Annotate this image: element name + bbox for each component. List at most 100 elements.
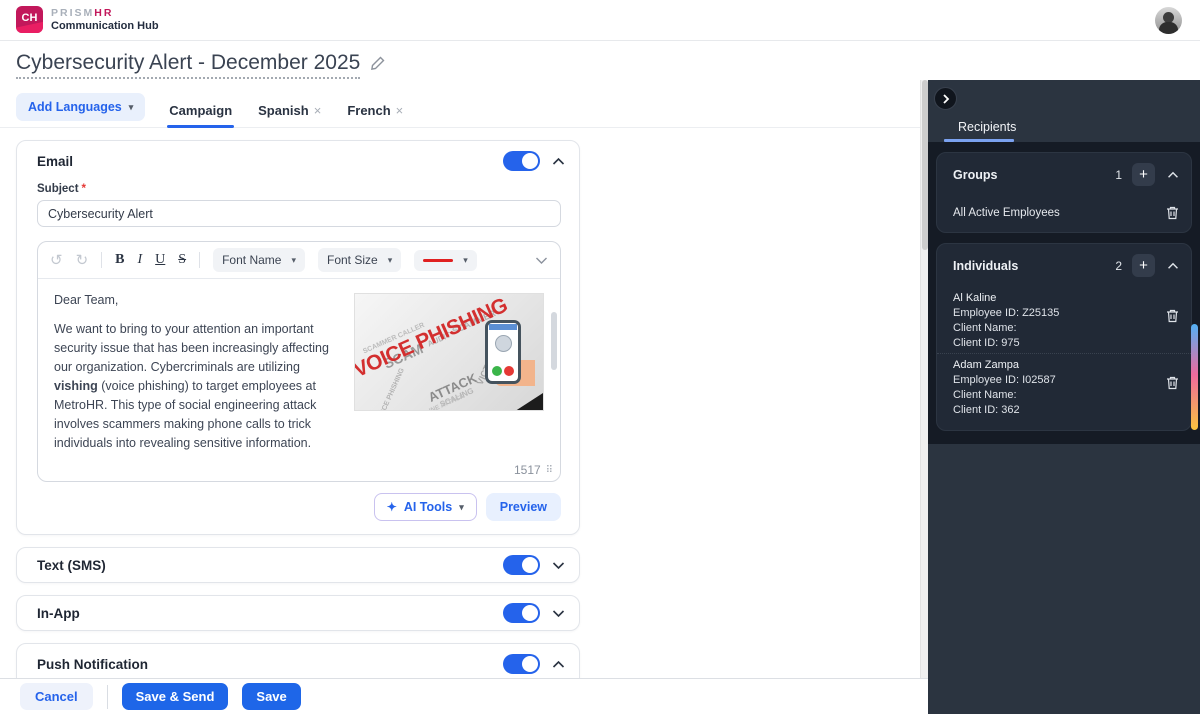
editor-scrollbar[interactable] — [551, 312, 557, 370]
text-color-dropdown[interactable]: ▾ — [414, 250, 477, 271]
brand[interactable]: CH PRISMHR Communication Hub — [16, 6, 159, 33]
delete-individual-icon[interactable] — [1166, 376, 1179, 390]
caret-down-icon: ▾ — [129, 102, 134, 113]
close-icon[interactable]: × — [396, 103, 404, 118]
individual-name: Al Kaline — [953, 291, 1166, 306]
caret-down-icon: ▾ — [291, 255, 296, 266]
page-title[interactable]: Cybersecurity Alert - December 2025 — [16, 51, 360, 79]
delete-individual-icon[interactable] — [1166, 309, 1179, 323]
groups-title: Groups — [953, 168, 1115, 182]
tab-recipients[interactable]: Recipients — [958, 120, 1016, 134]
groups-count: 1 — [1115, 168, 1122, 182]
push-card-title: Push Notification — [37, 657, 503, 672]
brand-subtitle: Communication Hub — [51, 20, 159, 32]
add-individual-button[interactable]: + — [1132, 254, 1155, 277]
group-name: All Active Employees — [953, 207, 1166, 219]
email-body-editor[interactable]: SCAMMER CALLER SCAMMER AUDIT SCAM VOICE … — [38, 279, 560, 463]
resize-grip-icon[interactable]: ⠿ — [546, 465, 552, 476]
user-avatar[interactable] — [1155, 7, 1182, 34]
expand-sidebar-button[interactable] — [934, 87, 957, 110]
font-name-dropdown[interactable]: Font Name ▾ — [213, 248, 305, 272]
individual-employee-id: Employee ID: I02587 — [953, 373, 1166, 388]
page-title-row: Cybersecurity Alert - December 2025 — [16, 51, 920, 79]
email-card: Email Subject* ↺ ↻ B I U — [16, 140, 580, 535]
chevron-up-icon[interactable] — [1167, 262, 1179, 270]
brand-name: PRISMHR — [51, 7, 159, 19]
redo-icon[interactable]: ↻ — [76, 251, 89, 269]
toolbar-expand-chevron-icon[interactable] — [535, 256, 548, 265]
add-group-button[interactable]: + — [1132, 163, 1155, 186]
main-panel: Cybersecurity Alert - December 2025 Add … — [0, 41, 920, 714]
email-rich-text-editor: ↺ ↻ B I U S Font Name ▾ Font Size ▾ — [37, 241, 561, 482]
toolbar-divider — [101, 252, 102, 268]
chevron-up-icon[interactable] — [552, 660, 565, 669]
save-and-send-button[interactable]: Save & Send — [122, 683, 229, 710]
individuals-section: Individuals 2 + Al Kaline Employee ID: Z… — [936, 243, 1192, 431]
required-asterisk: * — [82, 183, 86, 195]
in-app-toggle[interactable] — [503, 603, 540, 623]
sms-toggle[interactable] — [503, 555, 540, 575]
individual-employee-id: Employee ID: Z25135 — [953, 306, 1166, 321]
character-count: 1517 — [514, 463, 541, 477]
delete-group-icon[interactable] — [1166, 206, 1179, 220]
individuals-count: 2 — [1115, 259, 1122, 273]
underline-button[interactable]: U — [155, 252, 165, 268]
cancel-button[interactable]: Cancel — [20, 683, 93, 710]
communication-hub-logo: CH — [16, 6, 43, 33]
in-app-card: In-App — [16, 595, 580, 631]
chevron-up-icon[interactable] — [552, 157, 565, 166]
footer-divider — [107, 685, 108, 709]
individual-client-name: Client Name: — [953, 321, 1166, 336]
tab-spanish[interactable]: Spanish × — [256, 95, 323, 127]
main-scrollbar[interactable] — [920, 80, 928, 678]
font-size-dropdown[interactable]: Font Size ▾ — [318, 248, 401, 272]
push-toggle[interactable] — [503, 654, 540, 674]
editor-toolbar: ↺ ↻ B I U S Font Name ▾ Font Size ▾ — [38, 242, 560, 279]
recipients-sidebar: Recipients Groups 1 + All Active Employe… — [928, 80, 1200, 714]
sms-card: Text (SMS) — [16, 547, 580, 583]
channel-cards: Email Subject* ↺ ↻ B I U — [0, 128, 920, 714]
italic-button[interactable]: I — [138, 252, 143, 268]
action-footer: Cancel Save & Send Save — [0, 678, 928, 714]
individual-client-name: Client Name: — [953, 388, 1166, 403]
in-app-card-title: In-App — [37, 606, 503, 621]
tab-campaign[interactable]: Campaign — [167, 95, 234, 127]
app-header: CH PRISMHR Communication Hub — [0, 0, 1200, 41]
groups-section: Groups 1 + All Active Employees — [936, 152, 1192, 233]
sms-card-title: Text (SMS) — [37, 558, 503, 573]
language-tabs: Add Languages ▾ Campaign Spanish × Frenc… — [0, 93, 920, 128]
individual-client-id: Client ID: 362 — [953, 403, 1166, 418]
individual-client-id: Client ID: 975 — [953, 336, 1166, 351]
individual-name: Adam Zampa — [953, 358, 1166, 373]
logo-text: CH — [22, 12, 38, 24]
email-card-title: Email — [37, 154, 503, 169]
toolbar-divider — [199, 252, 200, 268]
color-swatch — [423, 259, 453, 262]
sleeve-graphic — [500, 381, 544, 411]
caret-down-icon: ▾ — [459, 502, 464, 513]
email-subject-label: Subject* — [37, 183, 559, 195]
strikethrough-button[interactable]: S — [178, 252, 186, 268]
chevron-down-icon[interactable] — [552, 609, 565, 618]
individual-row: Adam Zampa Employee ID: I02587 Client Na… — [937, 353, 1191, 420]
close-icon[interactable]: × — [314, 103, 322, 118]
edit-title-icon[interactable] — [370, 55, 386, 76]
individual-row: Al Kaline Employee ID: Z25135 Client Nam… — [937, 287, 1191, 353]
undo-icon[interactable]: ↺ — [50, 251, 63, 269]
chevron-up-icon[interactable] — [1167, 171, 1179, 179]
bold-button[interactable]: B — [115, 252, 124, 268]
add-languages-button[interactable]: Add Languages ▾ — [16, 93, 145, 121]
preview-button[interactable]: Preview — [486, 493, 561, 521]
caret-down-icon: ▾ — [463, 255, 468, 266]
voice-phishing-image: SCAMMER CALLER SCAMMER AUDIT SCAM VOICE … — [354, 293, 544, 411]
ai-tools-button[interactable]: ✦ AI Tools ▾ — [374, 493, 477, 521]
tab-french[interactable]: French × — [345, 95, 405, 127]
recipients-panel: Groups 1 + All Active Employees Individu… — [928, 142, 1200, 444]
email-toggle[interactable] — [503, 151, 540, 171]
caret-down-icon: ▾ — [388, 255, 393, 266]
recipients-scrollbar-thumb[interactable] — [1191, 324, 1198, 430]
email-subject-input[interactable] — [37, 200, 561, 227]
chevron-down-icon[interactable] — [552, 561, 565, 570]
phone-graphic — [485, 320, 521, 384]
save-button[interactable]: Save — [242, 683, 300, 710]
